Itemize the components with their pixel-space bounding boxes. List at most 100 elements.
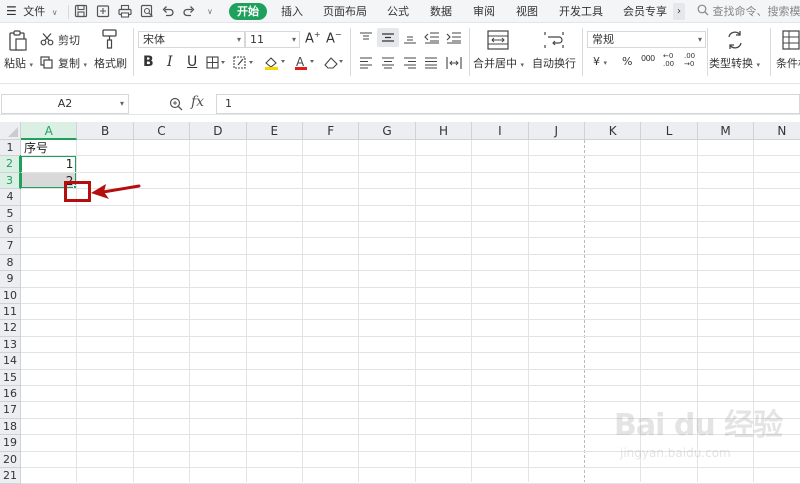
column-header-n[interactable]: N [754,122,800,140]
font-name-select[interactable]: 宋体 ▾ [138,31,245,48]
row-header-17[interactable]: 17 [0,402,21,418]
align-center-icon[interactable] [381,57,395,69]
format-painter-button[interactable]: 格式刷 [94,55,127,71]
row-header-5[interactable]: 5 [0,206,21,222]
thousands-button[interactable]: 000 [641,54,655,63]
row-header-15[interactable]: 15 [0,370,21,386]
column-header-l[interactable]: L [641,122,697,140]
font-size-select[interactable]: 11 ▾ [245,31,300,48]
redo-icon[interactable] [182,4,196,18]
column-header-d[interactable]: D [190,122,246,140]
conditional-format-icon[interactable] [782,30,800,50]
column-header-k[interactable]: K [585,122,641,140]
formula-input[interactable]: 1 [216,94,800,114]
cell-a1[interactable]: 序号 [24,140,48,156]
column-header-e[interactable]: E [247,122,303,140]
column-header-j[interactable]: J [529,122,585,140]
underline-button[interactable]: U [187,54,197,70]
row-header-7[interactable]: 7 [0,238,21,254]
eraser-icon[interactable] [322,55,346,70]
row-header-10[interactable]: 10 [0,288,21,304]
search-command[interactable]: 查找命令、搜索模板 [697,0,800,23]
tab-review[interactable]: 审阅 [473,0,495,23]
row-header-18[interactable]: 18 [0,419,21,435]
number-format-select[interactable]: 常规 ▾ [587,31,706,48]
currency-button[interactable]: ¥ ▾ [593,55,607,68]
tab-member[interactable]: 会员专享 [623,0,667,23]
row-header-2[interactable]: 2 [0,156,21,172]
tab-view[interactable]: 视图 [516,0,538,23]
tab-insert[interactable]: 插入 [281,0,303,23]
row-header-16[interactable]: 16 [0,386,21,402]
row-header-14[interactable]: 14 [0,353,21,369]
percent-button[interactable]: % [622,55,632,68]
column-header-c[interactable]: C [134,122,190,140]
quick-access-dropdown-icon[interactable]: ∨ [207,0,213,23]
border-icon[interactable] [206,56,226,69]
name-box[interactable]: A2 ▾ [1,94,129,114]
align-bottom-icon[interactable] [403,32,417,44]
column-header-f[interactable]: F [303,122,359,140]
row-header-19[interactable]: 19 [0,435,21,451]
increase-indent-icon[interactable] [446,32,462,44]
align-middle-icon[interactable] [377,28,399,47]
increase-decimal-button[interactable]: ←0 .00 [663,52,679,68]
tab-start[interactable]: 开始 [229,3,267,20]
wrap-text-button[interactable]: 自动换行 [532,55,576,71]
print-icon[interactable] [118,4,132,18]
row-header-11[interactable]: 11 [0,304,21,320]
bold-button[interactable]: B [143,54,154,70]
insert-function-button[interactable]: fx [191,94,204,110]
increase-font-icon[interactable]: A+ [305,30,321,46]
undo-icon[interactable] [161,4,175,18]
save-icon[interactable] [74,4,88,18]
wrap-text-icon[interactable] [543,30,565,50]
decrease-font-icon[interactable]: A− [326,30,342,46]
decrease-indent-icon[interactable] [424,32,440,44]
align-right-icon[interactable] [403,57,417,69]
tab-developer[interactable]: 开发工具 [559,0,603,23]
column-header-h[interactable]: H [416,122,472,140]
merge-center-icon[interactable] [487,30,509,50]
row-header-20[interactable]: 20 [0,452,21,468]
more-tabs-button[interactable]: › [673,3,685,20]
column-header-m[interactable]: M [698,122,754,140]
paste-icon[interactable] [8,30,28,52]
row-header-12[interactable]: 12 [0,320,21,336]
row-header-6[interactable]: 6 [0,222,21,238]
copy-icon[interactable] [40,56,53,69]
type-convert-icon[interactable] [725,30,745,50]
merge-center-button[interactable]: 合并居中 ▾ [473,55,524,71]
file-menu[interactable]: ☰ 文件 ∨ [6,0,58,23]
align-left-icon[interactable] [359,57,373,69]
scissors-icon[interactable] [40,32,54,46]
column-header-a[interactable]: A [21,122,77,140]
select-all-corner[interactable] [0,122,21,140]
format-painter-icon[interactable] [101,28,119,50]
paste-button[interactable]: 粘贴 ▾ [4,55,33,71]
row-header-4[interactable]: 4 [0,189,21,205]
tab-formulas[interactable]: 公式 [387,0,409,23]
export-icon[interactable] [96,4,110,18]
justify-icon[interactable] [424,57,438,69]
italic-button[interactable]: I [167,54,173,70]
conditional-format-button[interactable]: 条件格 [776,55,800,71]
font-color-icon[interactable]: A [293,55,317,70]
type-convert-button[interactable]: 类型转换 ▾ [709,55,760,71]
row-header-9[interactable]: 9 [0,271,21,287]
column-header-i[interactable]: I [472,122,528,140]
zoom-icon[interactable] [169,96,183,115]
copy-button[interactable]: 复制 ▾ [58,55,87,71]
decrease-decimal-button[interactable]: .00 →0 [684,52,700,68]
column-header-g[interactable]: G [359,122,415,140]
tab-data[interactable]: 数据 [430,0,452,23]
fill-color-icon[interactable] [263,55,287,70]
row-header-13[interactable]: 13 [0,337,21,353]
row-header-8[interactable]: 8 [0,255,21,271]
cell-style-icon[interactable] [233,56,255,69]
column-header-b[interactable]: B [77,122,133,140]
align-top-icon[interactable] [359,32,373,44]
tab-page-layout[interactable]: 页面布局 [323,0,367,23]
cut-button[interactable]: 剪切 [58,32,80,48]
row-header-1[interactable]: 1 [0,140,21,156]
